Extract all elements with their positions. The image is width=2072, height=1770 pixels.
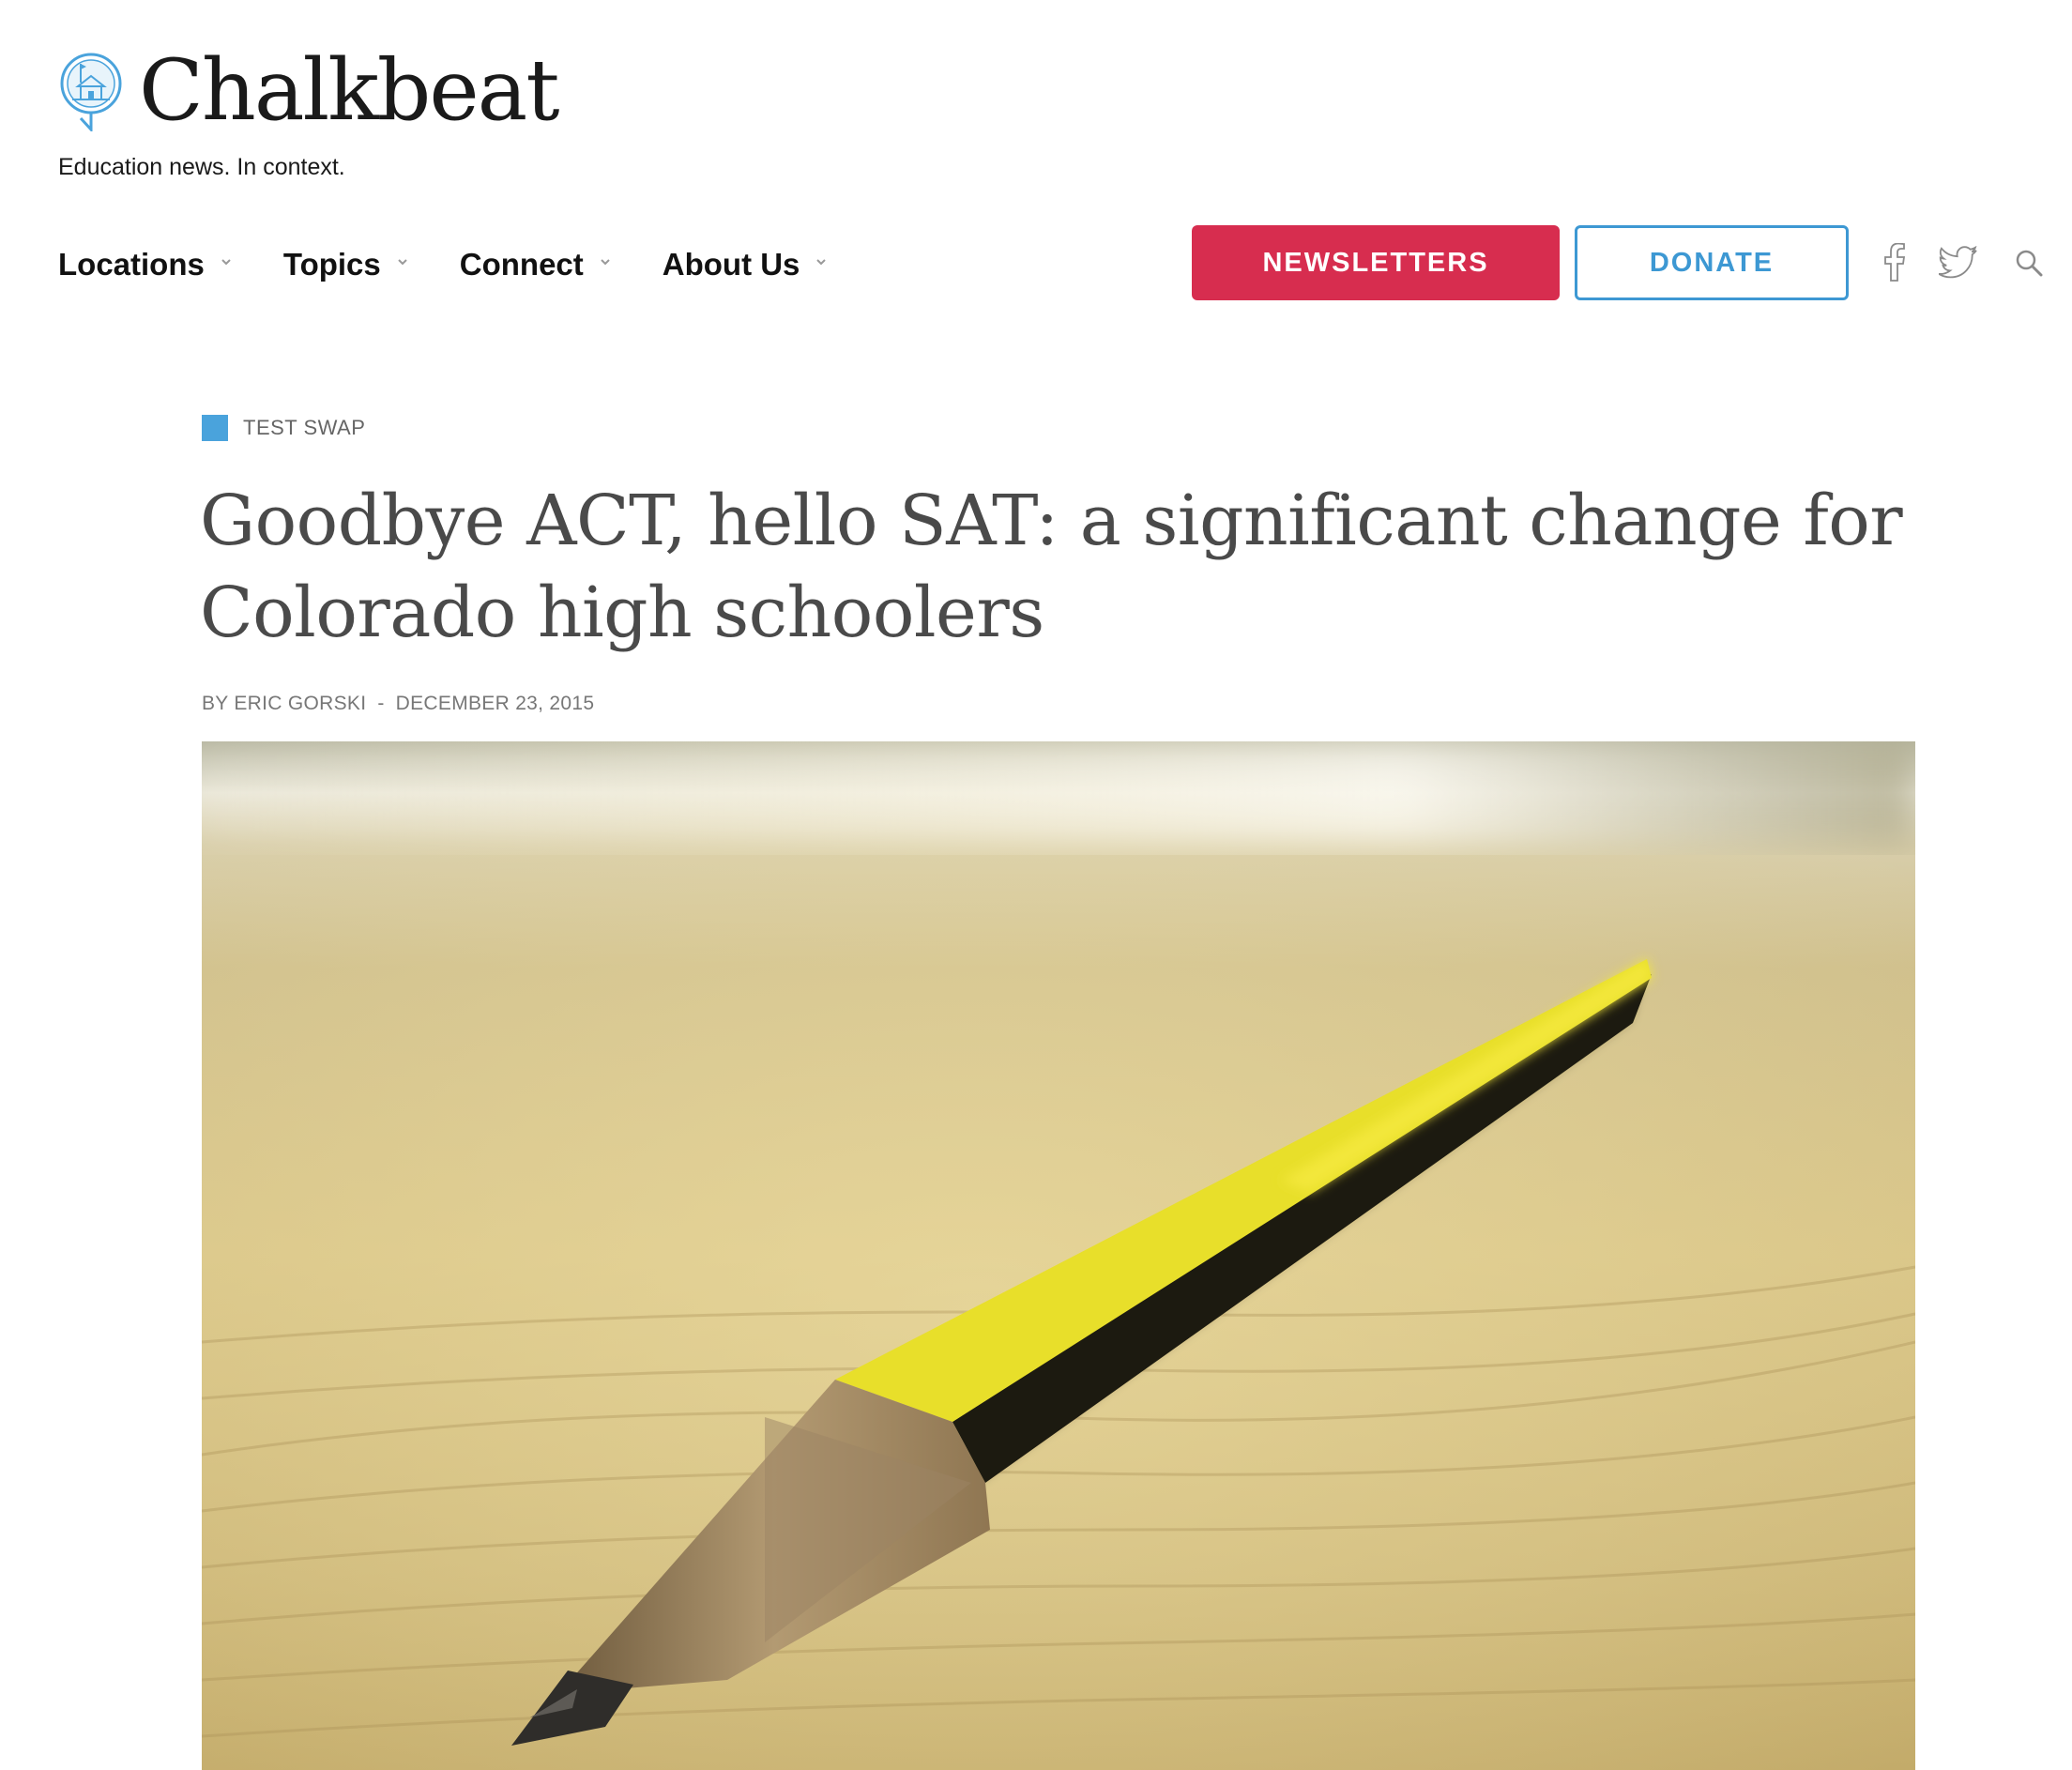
article-headline: Goodbye ACT, hello SAT: a significant ch… <box>200 481 1903 653</box>
nav-item-connect[interactable]: Connect <box>460 247 612 282</box>
nav-item-locations[interactable]: Locations <box>58 247 233 282</box>
chevron-down-icon <box>601 259 610 266</box>
search-button[interactable] <box>2010 240 2048 285</box>
nav-item-label: Topics <box>282 247 381 282</box>
site-name: Chalkbeat <box>139 41 560 140</box>
pencil-photo <box>202 741 1915 1770</box>
chevron-down-icon <box>398 259 407 266</box>
nav-item-about-us[interactable]: About Us <box>663 247 829 282</box>
donate-button[interactable]: DONATE <box>1575 225 1849 300</box>
hero-image <box>202 741 1915 1770</box>
author-link[interactable]: BY ERIC GORSKI <box>202 693 366 715</box>
site-tagline: Education news. In context. <box>58 154 345 180</box>
article-category: TEST SWAP <box>202 415 365 441</box>
facebook-icon <box>1884 243 1905 282</box>
byline-separator: - <box>377 693 385 714</box>
twitter-link[interactable] <box>1935 240 1982 285</box>
newsletters-button[interactable]: NEWSLETTERS <box>1192 225 1560 300</box>
facebook-link[interactable] <box>1877 240 1911 285</box>
chevron-down-icon <box>221 259 231 266</box>
schoolhouse-pin-icon <box>60 53 122 131</box>
search-icon <box>2016 250 2043 277</box>
nav-item-topics[interactable]: Topics <box>283 247 409 282</box>
site-logo-link[interactable]: Chalkbeat <box>58 41 560 140</box>
category-link[interactable]: TEST SWAP <box>243 416 365 440</box>
nav-item-label: Locations <box>58 247 205 282</box>
article-byline: BY ERIC GORSKI - DECEMBER 23, 2015 <box>202 693 594 715</box>
main-nav: Locations Topics Connect About Us <box>58 238 878 291</box>
chevron-down-icon <box>816 259 827 266</box>
nav-item-label: Connect <box>459 247 584 282</box>
twitter-icon <box>1939 246 1977 279</box>
category-color-swatch <box>202 415 228 441</box>
nav-item-label: About Us <box>662 247 800 282</box>
publish-date: DECEMBER 23, 2015 <box>395 693 595 714</box>
